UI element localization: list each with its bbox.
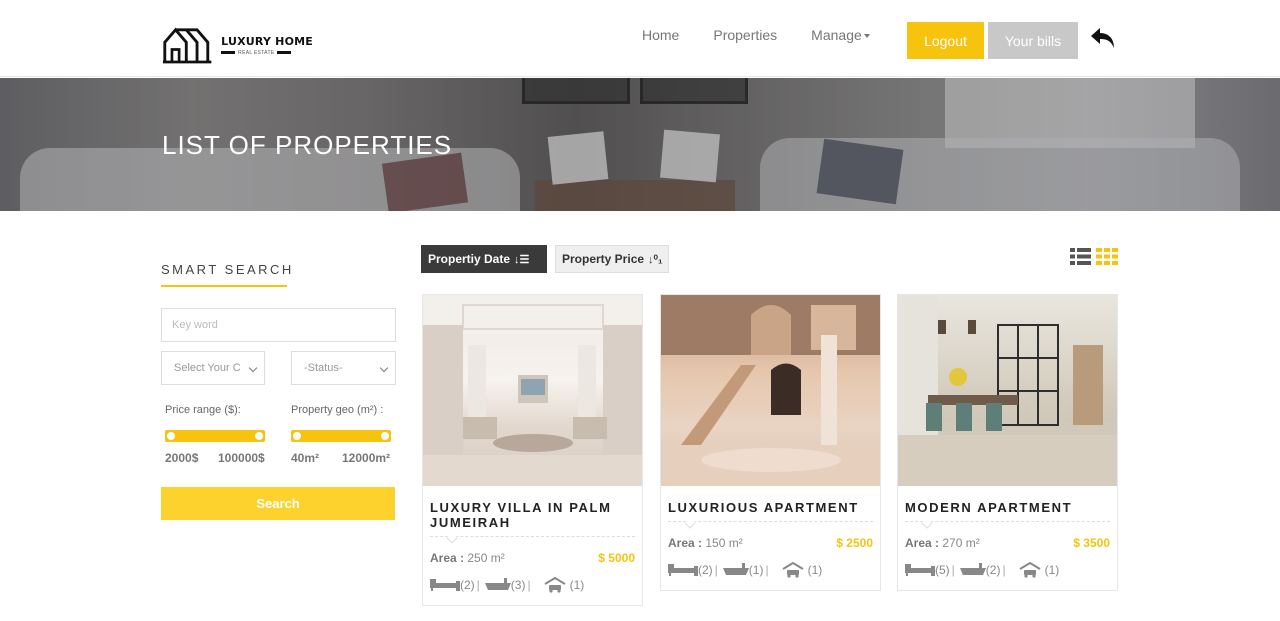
logout-button[interactable]: Logout — [907, 22, 984, 59]
price: $ 5000 — [598, 551, 635, 565]
garage-icon — [544, 577, 566, 593]
geo-range-min-handle[interactable] — [291, 430, 303, 442]
divider — [668, 521, 873, 522]
property-image[interactable] — [423, 295, 642, 486]
geo-range-label: Property geo (m²) : — [291, 404, 384, 416]
sort-price-label: Property Price — [562, 252, 645, 266]
geo-range-max: 12000m² — [342, 451, 391, 465]
area-value: 270 m² — [942, 536, 980, 550]
geo-range-min: 40m² — [291, 451, 320, 465]
chevron-down-icon — [248, 363, 258, 373]
area-label: Area : — [430, 551, 465, 565]
bed-icon — [905, 564, 935, 576]
area-label: Area : — [905, 536, 940, 550]
page-banner: LIST OF PROPERTIES — [0, 78, 1280, 211]
chevron-down-icon — [379, 363, 389, 373]
garage-count: (1) — [569, 578, 585, 592]
area-value: 150 m² — [705, 536, 743, 550]
price-range-max-handle[interactable] — [253, 430, 265, 442]
logo[interactable]: LUXURY HOME REAL ESTATE — [163, 24, 313, 66]
divider — [905, 521, 1110, 522]
property-image[interactable] — [661, 295, 880, 486]
nav-manage-dropdown[interactable]: Manage — [811, 27, 870, 43]
bedroom-count: (2) — [460, 578, 475, 592]
property-card[interactable]: LUXURIOUS APARTMENT Area : 150 m² $ 2500… — [660, 294, 881, 591]
geo-range-max-handle[interactable] — [379, 430, 391, 442]
site-header: LUXURY HOME REAL ESTATE Home Properties … — [0, 0, 1280, 77]
bed-icon — [430, 579, 460, 591]
price: $ 2500 — [836, 536, 873, 550]
sort-numeric-icon: ↓⁰₁ — [648, 253, 663, 266]
property-title[interactable]: LUXURY VILLA IN PALM JUMEIRAH — [430, 500, 635, 530]
garage-icon — [782, 562, 804, 578]
bathtub-icon — [722, 563, 749, 575]
bathroom-count: (1) — [748, 563, 764, 577]
list-view-icon[interactable] — [1070, 248, 1091, 265]
search-button[interactable]: Search — [161, 487, 395, 520]
nav-home[interactable]: Home — [642, 27, 679, 43]
price-range-slider[interactable] — [165, 430, 265, 442]
area-value: 250 m² — [467, 551, 505, 565]
nav-properties[interactable]: Properties — [713, 27, 777, 43]
area-label: Area : — [668, 536, 703, 550]
grid-view-icon[interactable] — [1096, 248, 1118, 265]
bathroom-count: (2) — [985, 563, 1001, 577]
logo-title: LUXURY HOME — [221, 34, 313, 48]
logo-subtitle: REAL ESTATE — [238, 49, 275, 56]
bedroom-count: (5) — [935, 563, 950, 577]
property-title[interactable]: MODERN APARTMENT — [905, 500, 1110, 515]
country-select-value: Select Your C — [174, 362, 241, 374]
bed-icon — [668, 564, 698, 576]
property-title[interactable]: LUXURIOUS APARTMENT — [668, 500, 873, 515]
smart-search-title: SMART SEARCH — [161, 262, 294, 277]
title-underline — [161, 285, 287, 287]
garage-count: (1) — [1044, 563, 1060, 577]
sort-by-date-button[interactable]: Propertiy Date ↓☰ — [421, 245, 547, 273]
status-select-value: -Status- — [304, 362, 343, 374]
main-nav: Home Properties Manage — [642, 27, 904, 43]
country-select[interactable]: Select Your C — [161, 351, 265, 385]
geo-range-slider[interactable] — [291, 430, 391, 442]
sort-date-label: Propertiy Date — [428, 252, 511, 266]
price-range-label: Price range ($): — [165, 404, 241, 416]
garage-icon — [1019, 562, 1041, 578]
page-title: LIST OF PROPERTIES — [162, 130, 453, 160]
house-logo-icon — [163, 27, 212, 64]
divider — [430, 536, 635, 537]
back-arrow-icon[interactable] — [1089, 25, 1117, 51]
keyword-placeholder: Key word — [172, 319, 218, 331]
property-image[interactable] — [898, 295, 1117, 486]
bathtub-icon — [484, 578, 511, 590]
price: $ 3500 — [1073, 536, 1110, 550]
property-card[interactable]: MODERN APARTMENT Area : 270 m² $ 3500 (5… — [897, 294, 1118, 591]
sort-by-price-button[interactable]: Property Price ↓⁰₁ — [555, 245, 669, 273]
bedroom-count: (2) — [698, 563, 713, 577]
bathtub-icon — [959, 563, 986, 575]
price-range-min: 2000$ — [165, 451, 199, 465]
your-bills-button[interactable]: Your bills — [988, 22, 1078, 59]
bathroom-count: (3) — [510, 578, 526, 592]
status-select[interactable]: -Status- — [291, 351, 396, 385]
garage-count: (1) — [807, 563, 823, 577]
price-range-min-handle[interactable] — [165, 430, 177, 442]
price-range-max: 100000$ — [218, 451, 265, 465]
keyword-input[interactable]: Key word — [161, 308, 396, 342]
sort-desc-icon: ↓☰ — [514, 253, 530, 266]
property-card[interactable]: LUXURY VILLA IN PALM JUMEIRAH Area : 250… — [422, 294, 643, 606]
